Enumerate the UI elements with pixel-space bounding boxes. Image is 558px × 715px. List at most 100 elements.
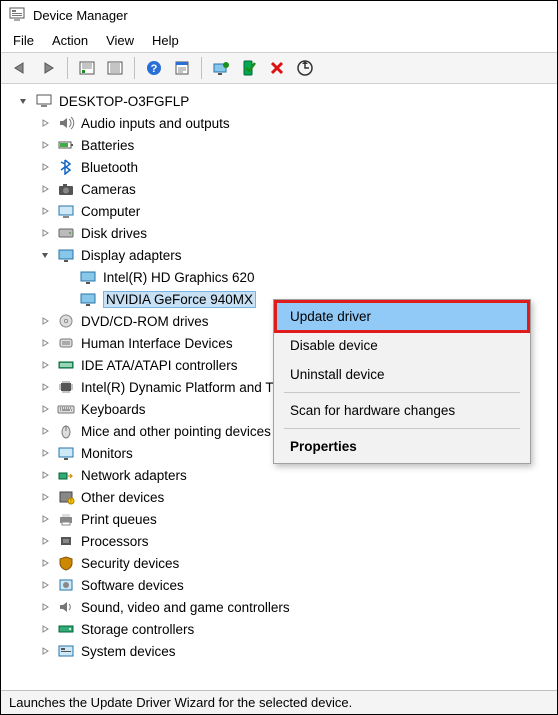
system-icon <box>57 643 75 659</box>
menu-help[interactable]: Help <box>152 33 179 48</box>
category-label: Monitors <box>81 446 133 461</box>
chip-icon <box>57 379 75 395</box>
device-label: NVIDIA GeForce 940MX <box>103 291 256 308</box>
chevron-right-icon[interactable] <box>39 447 51 459</box>
enable-device-button[interactable] <box>236 56 262 80</box>
context-uninstall-device[interactable]: Uninstall device <box>276 360 528 389</box>
forward-button[interactable] <box>35 56 61 80</box>
monitor-icon <box>57 445 75 461</box>
tree-category[interactable]: Software devices <box>39 574 545 596</box>
chevron-right-icon[interactable] <box>39 601 51 613</box>
chevron-right-icon[interactable] <box>39 623 51 635</box>
chevron-right-icon[interactable] <box>39 469 51 481</box>
chevron-right-icon[interactable] <box>39 557 51 569</box>
battery-icon <box>57 137 75 153</box>
titlebar: Device Manager <box>1 1 557 29</box>
tree-category[interactable]: Cameras <box>39 178 545 200</box>
mouse-icon <box>57 423 75 439</box>
chevron-right-icon[interactable] <box>39 337 51 349</box>
chevron-down-icon[interactable] <box>39 249 51 261</box>
chevron-right-icon[interactable] <box>39 535 51 547</box>
toolbar: ? <box>1 52 557 84</box>
tree-category[interactable]: Sound, video and game controllers <box>39 596 545 618</box>
printer-icon <box>57 511 75 527</box>
context-separator <box>284 428 520 429</box>
properties-button[interactable] <box>169 56 195 80</box>
bluetooth-icon <box>57 159 75 175</box>
category-label: Software devices <box>81 578 184 593</box>
category-label: Storage controllers <box>81 622 194 637</box>
tree-category[interactable]: System devices <box>39 640 545 662</box>
chevron-right-icon[interactable] <box>39 513 51 525</box>
chevron-right-icon[interactable] <box>39 139 51 151</box>
sound-icon <box>57 599 75 615</box>
display-adapter-icon <box>79 269 97 285</box>
status-text: Launches the Update Driver Wizard for th… <box>9 695 352 710</box>
status-bar: Launches the Update Driver Wizard for th… <box>1 690 557 714</box>
context-scan-hardware[interactable]: Scan for hardware changes <box>276 396 528 425</box>
software-icon <box>57 577 75 593</box>
tree-category[interactable]: Batteries <box>39 134 545 156</box>
context-menu: Update driver Disable device Uninstall d… <box>273 299 531 464</box>
root-node[interactable]: DESKTOP-O3FGFLP <box>17 90 545 112</box>
display-icon <box>57 247 75 263</box>
chevron-right-icon[interactable] <box>39 183 51 195</box>
context-separator <box>284 392 520 393</box>
chevron-right-icon[interactable] <box>39 425 51 437</box>
tree-category[interactable]: Network adapters <box>39 464 545 486</box>
tree-category[interactable]: !Other devices <box>39 486 545 508</box>
tree-device[interactable]: Intel(R) HD Graphics 620 <box>61 266 545 288</box>
menu-action[interactable]: Action <box>52 33 88 48</box>
category-label: Mice and other pointing devices <box>81 424 271 439</box>
tree-category[interactable]: Disk drives <box>39 222 545 244</box>
chevron-right-icon[interactable] <box>39 359 51 371</box>
menu-file[interactable]: File <box>13 33 34 48</box>
show-hidden-button[interactable] <box>74 56 100 80</box>
tree-category[interactable]: Display adapters <box>39 244 545 266</box>
chevron-right-icon[interactable] <box>39 403 51 415</box>
chevron-right-icon[interactable] <box>39 117 51 129</box>
computer-icon <box>35 93 53 109</box>
tree-category[interactable]: Bluetooth <box>39 156 545 178</box>
tree-category[interactable]: Security devices <box>39 552 545 574</box>
back-button[interactable] <box>7 56 33 80</box>
tree-category[interactable]: Audio inputs and outputs <box>39 112 545 134</box>
storage-icon <box>57 621 75 637</box>
chevron-right-icon[interactable] <box>39 645 51 657</box>
scan-hardware-button[interactable] <box>292 56 318 80</box>
chevron-right-icon[interactable] <box>39 491 51 503</box>
console-tree-button[interactable] <box>102 56 128 80</box>
category-label: Batteries <box>81 138 134 153</box>
keyboard-icon <box>57 401 75 417</box>
menu-view[interactable]: View <box>106 33 134 48</box>
security-icon <box>57 555 75 571</box>
other-icon: ! <box>57 489 75 505</box>
chevron-right-icon[interactable] <box>39 227 51 239</box>
context-disable-device[interactable]: Disable device <box>276 331 528 360</box>
tree-category[interactable]: Processors <box>39 530 545 552</box>
chevron-right-icon[interactable] <box>39 161 51 173</box>
chevron-down-icon[interactable] <box>17 95 29 107</box>
category-label: IDE ATA/ATAPI controllers <box>81 358 238 373</box>
category-label: Print queues <box>81 512 157 527</box>
tree-category[interactable]: Computer <box>39 200 545 222</box>
help-button[interactable]: ? <box>141 56 167 80</box>
device-tree[interactable]: DESKTOP-O3FGFLP Audio inputs and outputs… <box>1 84 557 690</box>
menu-bar: File Action View Help <box>1 29 557 52</box>
tree-category[interactable]: Storage controllers <box>39 618 545 640</box>
category-label: System devices <box>81 644 176 659</box>
category-label: DVD/CD-ROM drives <box>81 314 209 329</box>
chevron-right-icon[interactable] <box>39 381 51 393</box>
computer-icon <box>57 203 75 219</box>
chevron-right-icon[interactable] <box>39 579 51 591</box>
device-label: Intel(R) HD Graphics 620 <box>103 270 255 285</box>
tree-category[interactable]: Print queues <box>39 508 545 530</box>
context-properties[interactable]: Properties <box>276 432 528 461</box>
disable-device-button[interactable] <box>264 56 290 80</box>
update-driver-button[interactable] <box>208 56 234 80</box>
chevron-right-icon[interactable] <box>39 315 51 327</box>
context-update-driver[interactable]: Update driver <box>276 302 528 331</box>
device-manager-icon <box>9 7 25 23</box>
chevron-right-icon[interactable] <box>39 205 51 217</box>
svg-text:?: ? <box>151 63 158 75</box>
